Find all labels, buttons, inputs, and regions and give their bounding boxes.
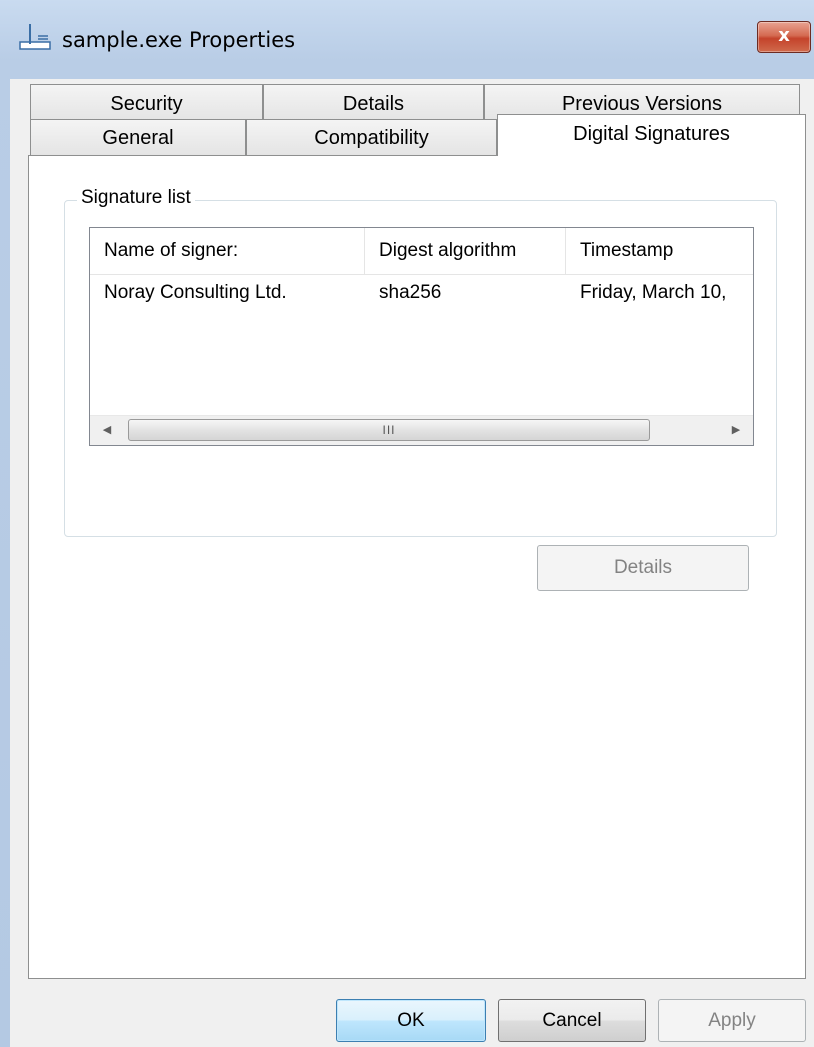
cancel-button[interactable]: Cancel [498,999,646,1042]
apply-button[interactable]: Apply [658,999,806,1042]
tab-label: Security [110,93,183,115]
ok-button[interactable]: OK [336,999,486,1042]
dialog-body: Security Details Previous Versions Gener… [10,79,814,1047]
signature-listview[interactable]: Name of signer: Digest algorithm Timesta… [89,227,754,446]
details-button[interactable]: Details [537,545,749,591]
digest-cell: sha256 [379,282,442,303]
column-header-digest[interactable]: Digest algorithm [365,228,565,274]
application-icon [19,24,51,50]
tab-general[interactable]: General [30,119,246,156]
digital-signatures-page: Signature list Name of signer: Digest al… [28,155,806,979]
column-header-timestamp[interactable]: Timestamp [566,228,753,274]
properties-window: sample.exe Properties x Security Details… [0,0,814,1047]
column-header-signer[interactable]: Name of signer: [90,228,364,274]
scroll-left-icon[interactable]: ◀ [92,416,122,445]
signer-cell: Noray Consulting Ltd. [104,282,287,303]
horizontal-scrollbar[interactable]: ◀ III ▶ [90,415,753,445]
tab-digital-signatures[interactable]: Digital Signatures [497,114,806,156]
tab-label: Compatibility [314,127,429,149]
listview-header: Name of signer: Digest algorithm Timesta… [90,228,753,275]
timestamp-cell: Friday, March 10, [580,282,727,303]
close-icon: x [778,25,790,46]
scroll-right-icon[interactable]: ▶ [721,416,751,445]
window-title: sample.exe Properties [62,28,296,52]
title-bar[interactable]: sample.exe Properties x [0,0,814,78]
tab-label: General [102,127,174,149]
close-button[interactable]: x [757,21,811,53]
tab-security[interactable]: Security [30,84,263,122]
table-row[interactable]: Noray Consulting Ltd. sha256 Friday, Mar… [90,275,753,311]
signature-list-label: Signature list [77,187,195,209]
tab-label: Digital Signatures [573,123,730,145]
tab-label: Details [342,93,405,115]
tab-compatibility[interactable]: Compatibility [246,119,497,156]
scrollbar-thumb[interactable]: III [128,419,650,441]
tab-details[interactable]: Details [263,84,484,122]
